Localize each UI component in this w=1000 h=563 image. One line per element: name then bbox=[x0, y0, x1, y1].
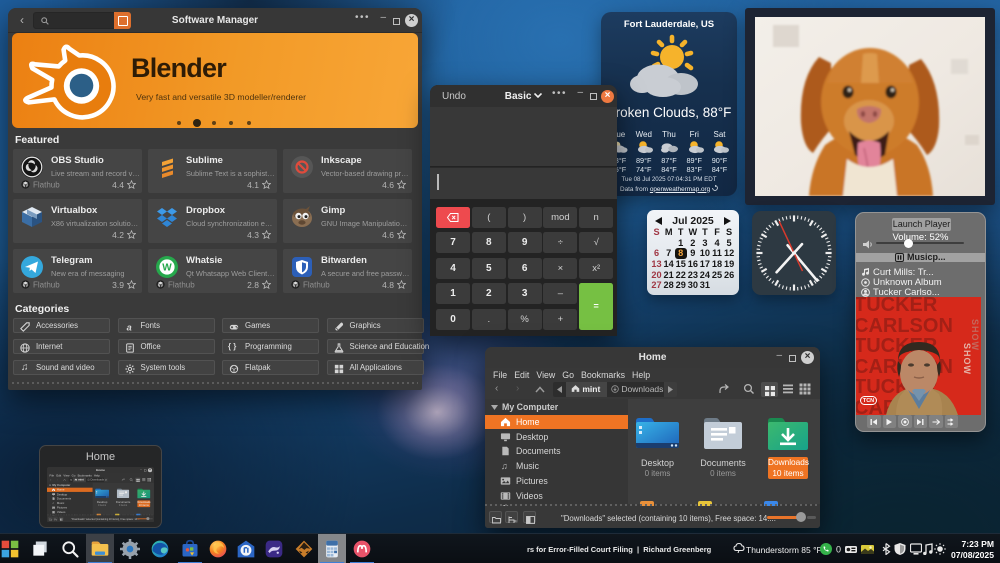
svg-text:W: W bbox=[162, 263, 172, 274]
svg-text:0: 0 bbox=[836, 545, 841, 555]
svg-text:a: a bbox=[126, 322, 131, 332]
